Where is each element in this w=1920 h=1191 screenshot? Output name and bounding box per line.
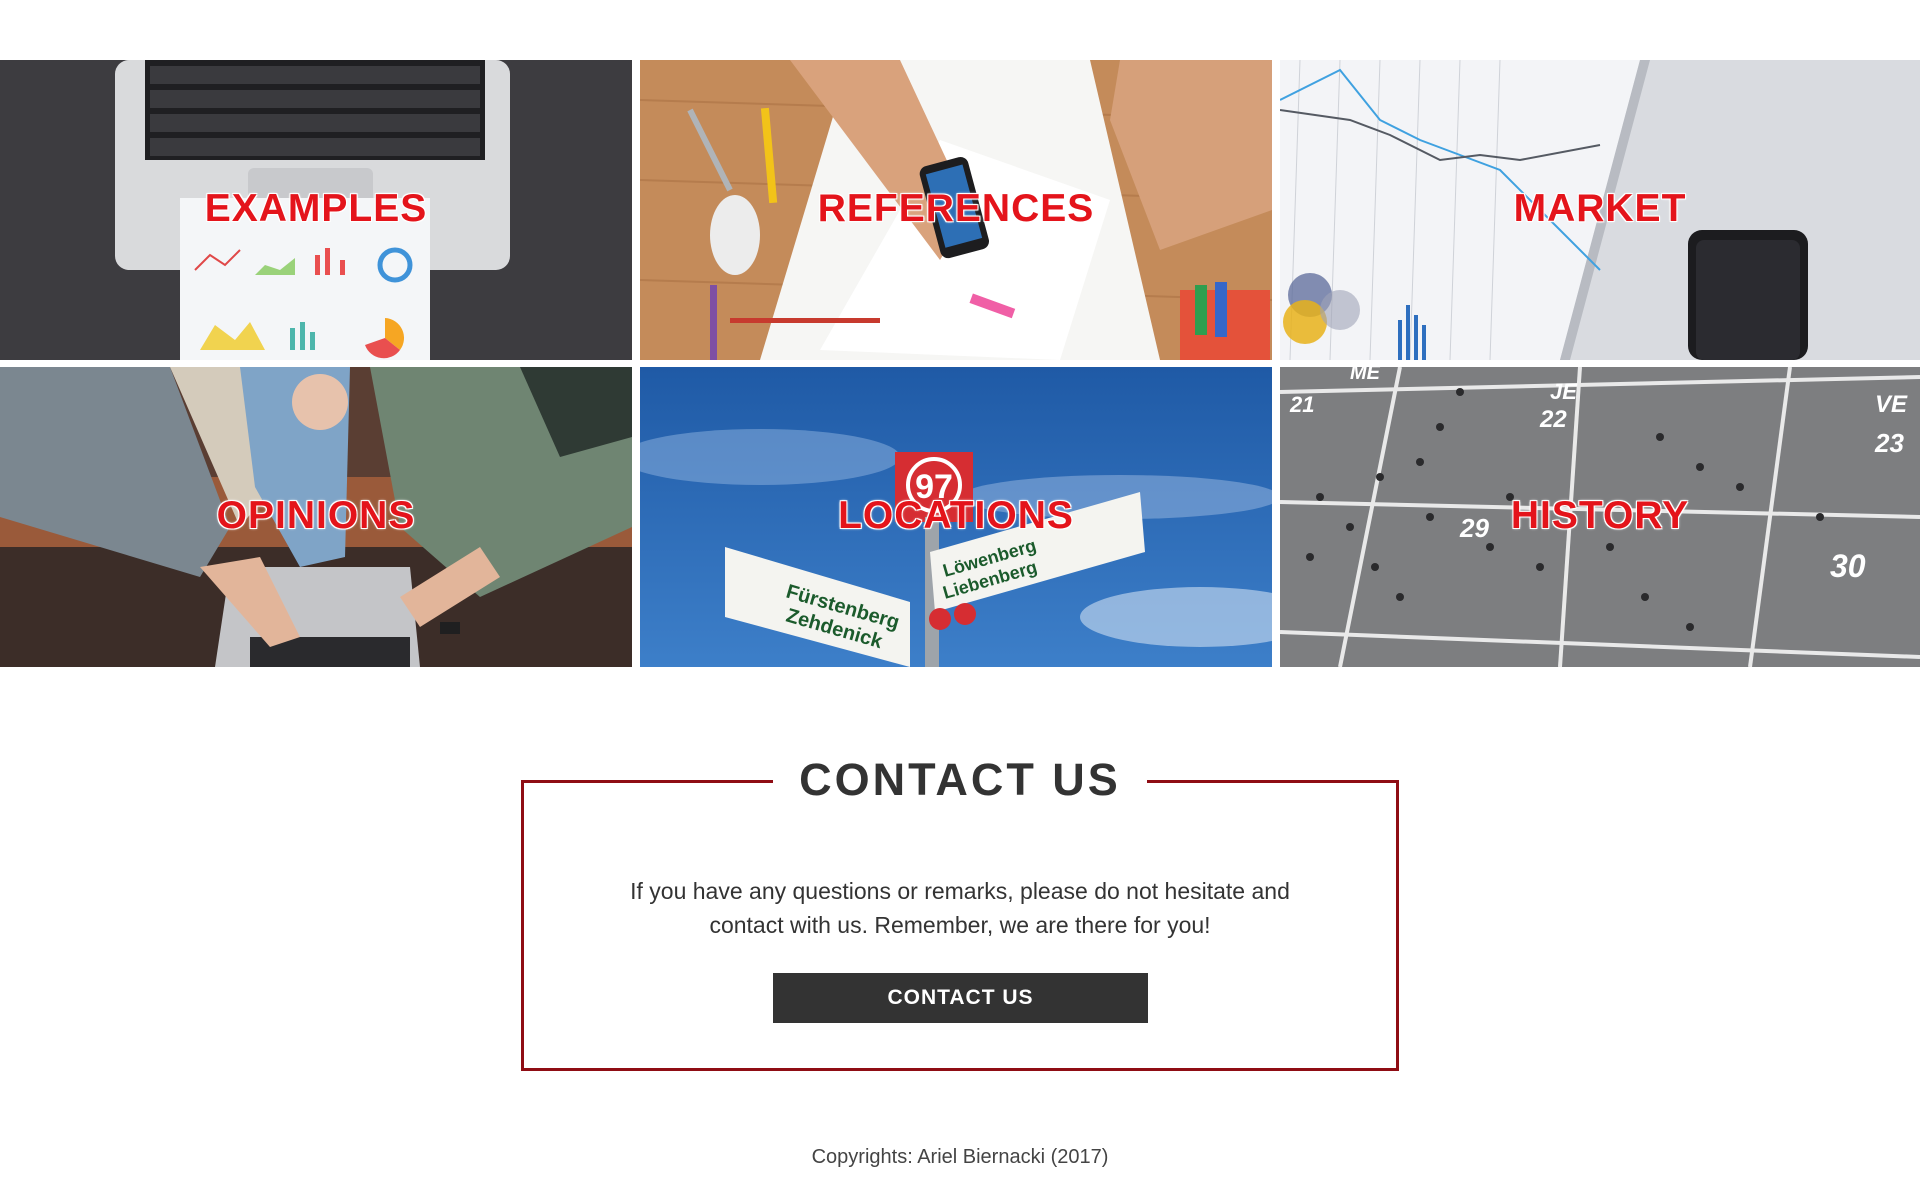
tile-market[interactable]: MARKET: [1280, 60, 1920, 360]
svg-text:JE: JE: [1550, 379, 1578, 404]
contact-us-button[interactable]: CONTACT US: [773, 973, 1148, 1023]
svg-text:29: 29: [1459, 513, 1489, 543]
svg-text:30: 30: [1830, 548, 1866, 584]
contact-text-line-1: If you have any questions or remarks, pl…: [630, 878, 1290, 904]
tile-history[interactable]: 21 22 23 29 30 JE ME VE HISTORY: [1280, 367, 1920, 667]
tile-label: OPINIONS: [216, 493, 416, 537]
svg-text:22: 22: [1539, 406, 1567, 433]
tile-examples[interactable]: EXAMPLES: [0, 60, 632, 360]
tile-references[interactable]: REFERENCES: [640, 60, 1272, 360]
tile-locations[interactable]: 97 Löwenberg Liebenberg Fürstenberg Zehd…: [640, 367, 1272, 667]
svg-text:23: 23: [1874, 428, 1904, 458]
tile-label: REFERENCES: [817, 186, 1095, 230]
svg-text:21: 21: [1289, 392, 1314, 417]
tile-label: LOCATIONS: [838, 493, 1074, 537]
tile-opinions[interactable]: OPINIONS: [0, 367, 632, 667]
contact-text: If you have any questions or remarks, pl…: [560, 874, 1360, 942]
contact-title: CONTACT US: [773, 752, 1147, 808]
tile-label: EXAMPLES: [204, 186, 428, 230]
tiles-grid: EXAMPLES REFERENCES MARKET OPINIONS 97 L…: [0, 60, 1920, 667]
svg-text:ME: ME: [1350, 367, 1381, 384]
contact-text-line-2: contact with us. Remember, we are there …: [709, 912, 1211, 938]
tile-label: MARKET: [1513, 186, 1687, 230]
tile-label: HISTORY: [1510, 493, 1690, 537]
svg-text:VE: VE: [1875, 391, 1908, 418]
footer-copyright: Copyrights: Ariel Biernacki (2017): [811, 1146, 1109, 1168]
